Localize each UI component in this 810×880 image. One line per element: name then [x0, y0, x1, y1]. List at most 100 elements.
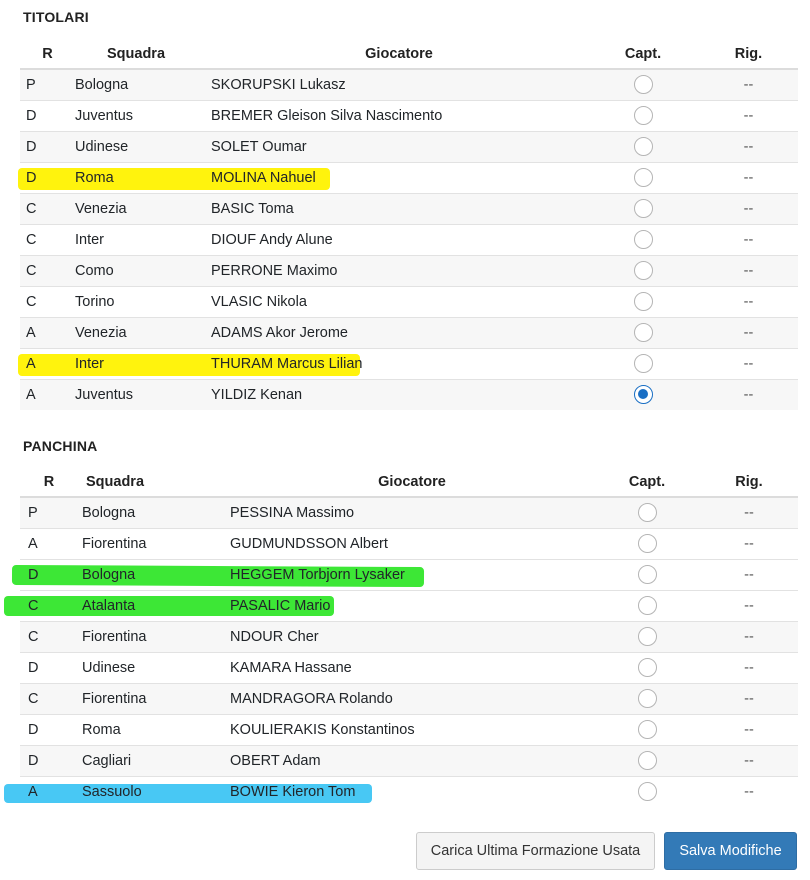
squadra-cell: Fiorentina [78, 620, 230, 652]
captain-radio[interactable] [637, 627, 657, 646]
ruolo-cell: A [20, 775, 78, 807]
rigorista-cell: -- [700, 651, 798, 683]
ruolo-cell: P [20, 69, 75, 100]
ruolo-cell: A [20, 378, 75, 410]
col-header-rigorista: Rig. [700, 467, 798, 498]
player-row: C Atalanta PASALIC Mario -- [20, 589, 798, 621]
giocatore-cell: NDOUR Cher [230, 620, 594, 652]
squadra-cell: Udinese [78, 651, 230, 683]
captain-radio[interactable] [637, 782, 657, 802]
captain-radio[interactable] [637, 720, 657, 739]
captain-radio[interactable] [633, 354, 653, 373]
giocatore-cell: THURAM Marcus Lilian [211, 347, 587, 379]
captain-cell [594, 589, 700, 621]
squadra-cell: Roma [78, 713, 230, 745]
rigorista-cell: -- [700, 589, 798, 621]
captain-cell [594, 775, 700, 807]
captain-radio[interactable] [637, 658, 657, 677]
squadra-cell: Venezia [75, 192, 211, 224]
player-row: C Como PERRONE Maximo -- [20, 254, 798, 286]
rigorista-cell: -- [699, 130, 798, 162]
player-row: D Udinese SOLET Oumar -- [20, 130, 798, 162]
player-row: D Cagliari OBERT Adam -- [20, 744, 798, 776]
captain-radio[interactable] [637, 596, 657, 615]
squadra-cell: Cagliari [78, 744, 230, 776]
captain-radio[interactable] [633, 137, 653, 156]
rigorista-cell: -- [699, 223, 798, 255]
captain-cell [594, 497, 700, 528]
captain-radio[interactable] [637, 503, 657, 523]
rigorista-cell: -- [700, 682, 798, 714]
captain-radio[interactable] [633, 106, 653, 125]
save-changes-button[interactable]: Salva Modifiche [664, 832, 797, 870]
ruolo-cell: D [20, 130, 75, 162]
captain-radio[interactable] [633, 75, 653, 95]
captain-radio[interactable] [637, 751, 657, 770]
rigorista-cell: -- [700, 744, 798, 776]
captain-radio[interactable] [633, 230, 653, 249]
player-row: C Fiorentina MANDRAGORA Rolando -- [20, 682, 798, 714]
giocatore-cell: MANDRAGORA Rolando [230, 682, 594, 714]
ruolo-cell: D [20, 713, 78, 745]
ruolo-cell: D [20, 744, 78, 776]
captain-cell [594, 527, 700, 559]
col-header-capitano: Capt. [594, 467, 700, 498]
giocatore-cell: KOULIERAKIS Konstantinos [230, 713, 594, 745]
captain-cell [587, 285, 699, 317]
titolari-title: TITOLARI [23, 9, 89, 25]
giocatore-cell: MOLINA Nahuel [211, 161, 587, 193]
col-header-ruolo: R [20, 467, 78, 498]
col-header-ruolo: R [20, 39, 75, 70]
giocatore-cell: BASIC Toma [211, 192, 587, 224]
giocatore-cell: ADAMS Akor Jerome [211, 316, 587, 348]
captain-cell [587, 223, 699, 255]
panchina-title: PANCHINA [23, 438, 98, 454]
captain-radio[interactable] [633, 323, 653, 342]
rigorista-cell: -- [700, 497, 798, 528]
squadra-cell: Venezia [75, 316, 211, 348]
captain-radio[interactable] [637, 565, 657, 584]
captain-radio[interactable] [633, 168, 653, 187]
rigorista-cell: -- [700, 558, 798, 590]
captain-cell [587, 254, 699, 286]
ruolo-cell: A [20, 347, 75, 379]
col-header-giocatore: Giocatore [230, 467, 594, 498]
player-row: A Venezia ADAMS Akor Jerome -- [20, 316, 798, 348]
col-header-squadra: Squadra [78, 467, 230, 498]
captain-radio[interactable] [633, 292, 653, 311]
captain-cell [587, 161, 699, 193]
captain-radio[interactable] [637, 534, 657, 553]
captain-radio[interactable] [633, 385, 653, 405]
giocatore-cell: HEGGEM Torbjorn Lysaker [230, 558, 594, 590]
rigorista-cell: -- [699, 347, 798, 379]
squadra-cell: Como [75, 254, 211, 286]
rigorista-cell: -- [699, 378, 798, 410]
player-row: A Inter THURAM Marcus Lilian -- [20, 347, 798, 379]
load-last-formation-button[interactable]: Carica Ultima Formazione Usata [416, 832, 655, 870]
captain-cell [587, 130, 699, 162]
captain-radio[interactable] [637, 689, 657, 708]
squadra-cell: Sassuolo [78, 775, 230, 807]
captain-cell [594, 620, 700, 652]
squadra-cell: Juventus [75, 378, 211, 410]
ruolo-cell: C [20, 192, 75, 224]
squadra-cell: Bologna [75, 69, 211, 100]
giocatore-cell: DIOUF Andy Alune [211, 223, 587, 255]
player-row: D Bologna HEGGEM Torbjorn Lysaker -- [20, 558, 798, 590]
rigorista-cell: -- [699, 161, 798, 193]
player-row: C Torino VLASIC Nikola -- [20, 285, 798, 317]
player-row: P Bologna PESSINA Massimo -- [20, 497, 798, 528]
squadra-cell: Inter [75, 347, 211, 379]
formation-page: TITOLARI R Squadra Giocatore Capt. Rig. … [0, 0, 810, 880]
captain-radio[interactable] [633, 199, 653, 218]
ruolo-cell: C [20, 223, 75, 255]
captain-cell [587, 192, 699, 224]
player-row: D Udinese KAMARA Hassane -- [20, 651, 798, 683]
giocatore-cell: BREMER Gleison Silva Nascimento [211, 99, 587, 131]
squadra-cell: Bologna [78, 558, 230, 590]
titolari-table: R Squadra Giocatore Capt. Rig. P Bologna S… [20, 39, 798, 410]
captain-radio[interactable] [633, 261, 653, 280]
giocatore-cell: SOLET Oumar [211, 130, 587, 162]
squadra-cell: Fiorentina [78, 527, 230, 559]
squadra-cell: Torino [75, 285, 211, 317]
